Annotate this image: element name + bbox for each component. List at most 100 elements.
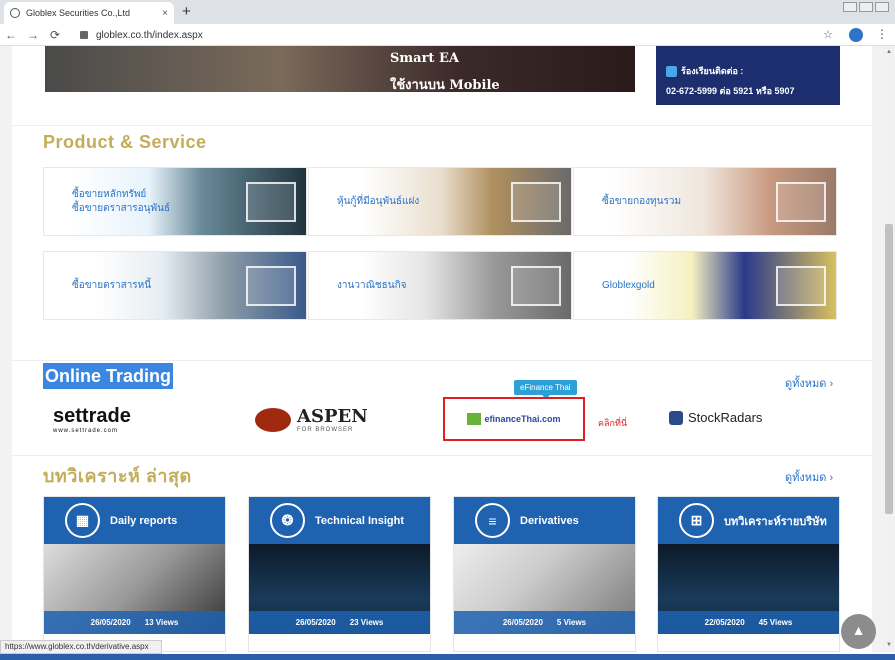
card-title: บทวิเคราะห์รายบริษัท [724, 515, 827, 528]
product-tile-equities[interactable]: ซื้อขายหลักทรัพย์ ซื้อขายตราสารอนุพันธ์ [43, 167, 307, 236]
efinance-tooltip: eFinance Thai [514, 380, 577, 399]
bookmark-star-icon[interactable]: ☆ [823, 28, 833, 41]
gold-logo-icon [776, 266, 826, 306]
analysis-title: บทวิเคราะห์ ล่าสุด [43, 466, 192, 486]
tab-strip: Globlex Securities Co.,Ltd × + [0, 0, 895, 24]
coins-icon: ❂ [270, 503, 305, 538]
maximize-button[interactable] [859, 2, 873, 12]
card-date: 26/05/2020 [90, 618, 131, 627]
card-meta: 26/05/2020 5 Views [454, 611, 635, 634]
window-controls [843, 2, 889, 12]
status-bar-url: https://www.globlex.co.th/derivative.asp… [0, 640, 162, 654]
efinance-logo[interactable]: efinanceThai.com [443, 397, 585, 441]
address-bar-row: ← → ⟳ globlex.co.th/index.aspx ☆ ⋮ [0, 24, 895, 46]
scale-icon [246, 266, 296, 306]
close-tab-icon[interactable]: × [162, 8, 168, 19]
card-date: 26/05/2020 [502, 618, 543, 627]
tile-label: ซื้อขายตราสารหนี้ [72, 279, 152, 291]
card-views: 5 Views [556, 618, 587, 627]
back-to-top-button[interactable]: ▲ [841, 614, 876, 649]
settrade-sub: www.settrade.com [53, 428, 119, 434]
online-trading-title: Online Trading [43, 363, 174, 389]
card-meta: 22/05/2020 45 Views [658, 611, 839, 634]
analysis-card-technical[interactable]: ❂ Technical Insight 26/05/2020 23 Views [248, 496, 431, 652]
banner-line-1: Smart EA [390, 51, 459, 66]
chart-up-icon [246, 182, 296, 222]
card-views: 23 Views [349, 618, 384, 627]
database-icon: ≡ [475, 503, 510, 538]
calculator-icon: ▦ [65, 503, 100, 538]
card-meta: 26/05/2020 13 Views [44, 611, 225, 634]
stockradars-text: StockRadars [688, 410, 763, 425]
contact-label: ร้องเรียนติดต่อ : [681, 66, 744, 76]
url-text: globlex.co.th/index.aspx [96, 29, 203, 41]
analysis-card-derivatives[interactable]: ≡ Derivatives 26/05/2020 5 Views [453, 496, 636, 652]
card-views: 13 Views [144, 618, 179, 627]
globe-favicon-icon [10, 8, 20, 18]
tab-title: Globlex Securities Co.,Ltd [26, 8, 131, 18]
back-button[interactable]: ← [0, 28, 22, 42]
contact-box: ร้องเรียนติดต่อ : 02-672-5999 ต่อ 5921 ห… [656, 46, 840, 105]
divider [12, 125, 872, 126]
close-window-button[interactable] [875, 2, 889, 12]
product-tile-investment-banking[interactable]: งานวาณิชธนกิจ [308, 251, 572, 320]
contact-icon [666, 65, 677, 77]
page-content: Smart EA ใช้งานบน Mobile ร้องเรียนติดต่อ… [12, 46, 872, 652]
click-here-link[interactable]: คลิกที่นี่ [598, 416, 627, 430]
aspen-text: ASPEN [297, 406, 368, 427]
vertical-scrollbar[interactable]: ▲ ▼ [883, 46, 895, 652]
menu-icon[interactable]: ⋮ [876, 27, 888, 41]
card-title: Technical Insight [315, 514, 405, 527]
page-viewport: Smart EA ใช้งานบน Mobile ร้องเรียนติดต่อ… [0, 46, 883, 652]
products-title: Product & Service [43, 132, 207, 152]
new-tab-button[interactable]: + [182, 3, 191, 20]
product-tile-bonds[interactable]: ซื้อขายตราสารหนี้ [43, 251, 307, 320]
analysis-card-company[interactable]: ⊞ บทวิเคราะห์รายบริษัท 22/05/2020 45 Views [657, 496, 840, 652]
tile-label: Globlexgold [602, 279, 655, 291]
card-views: 45 Views [758, 618, 793, 627]
cc-icon [511, 266, 561, 306]
reload-button[interactable]: ⟳ [44, 28, 66, 42]
card-date: 26/05/2020 [295, 618, 336, 627]
efinance-text: efinanceThai.com [484, 414, 561, 424]
online-trading-see-all-link[interactable]: ดูทั้งหมด › [785, 374, 833, 392]
stockradars-icon [669, 410, 683, 425]
browser-tab[interactable]: Globlex Securities Co.,Ltd × [4, 2, 174, 24]
analysis-see-all-link[interactable]: ดูทั้งหมด › [785, 468, 833, 486]
aspen-globe-icon [255, 407, 291, 432]
scroll-up-icon[interactable]: ▲ [886, 49, 892, 55]
card-title: Daily reports [110, 514, 178, 527]
divider [12, 360, 872, 361]
minimize-button[interactable] [843, 2, 857, 12]
profile-avatar[interactable] [849, 28, 863, 42]
settrade-logo[interactable]: settrade www.settrade.com [53, 405, 131, 434]
product-tile-structured-notes[interactable]: หุ้นกู้ที่มีอนุพันธ์แฝง [308, 167, 572, 236]
tile-label: หุ้นกู้ที่มีอนุพันธ์แฝง [337, 195, 420, 207]
taskbar [0, 654, 895, 660]
card-title: Derivatives [520, 514, 579, 527]
divider [12, 455, 872, 456]
chart-down-icon [511, 182, 561, 222]
promo-banner[interactable]: Smart EA ใช้งานบน Mobile [45, 46, 635, 93]
forward-button[interactable]: → [22, 28, 44, 42]
card-date: 22/05/2020 [704, 618, 745, 627]
contact-phone: 02-672-5999 ต่อ 5921 หรือ 5907 [666, 86, 795, 96]
address-field[interactable]: globlex.co.th/index.aspx [80, 27, 840, 43]
aspen-sub: FOR BROWSER [297, 427, 354, 433]
lock-icon [80, 31, 88, 39]
card-meta: 26/05/2020 23 Views [249, 611, 430, 634]
settrade-text: settrade [53, 405, 131, 427]
org-chart-icon: ⊞ [679, 503, 714, 538]
tile-label: ซื้อขายกองทุนรวม [602, 195, 682, 207]
banner-line-2: ใช้งานบน Mobile [390, 78, 500, 93]
scroll-down-icon[interactable]: ▼ [886, 642, 892, 648]
analysis-card-daily[interactable]: ▦ Daily reports 26/05/2020 13 Views [43, 496, 226, 652]
product-tile-funds[interactable]: ซื้อขายกองทุนรวม [573, 167, 837, 236]
product-tile-gold[interactable]: Globlexgold [573, 251, 837, 320]
aspen-logo[interactable]: ASPEN FOR BROWSER [255, 406, 368, 433]
efinance-icon [467, 413, 482, 425]
tile-label: งานวาณิชธนกิจ [337, 279, 407, 291]
bank-icon [776, 182, 826, 222]
stockradars-logo[interactable]: StockRadars [669, 410, 762, 425]
scrollbar-thumb[interactable] [885, 224, 893, 514]
